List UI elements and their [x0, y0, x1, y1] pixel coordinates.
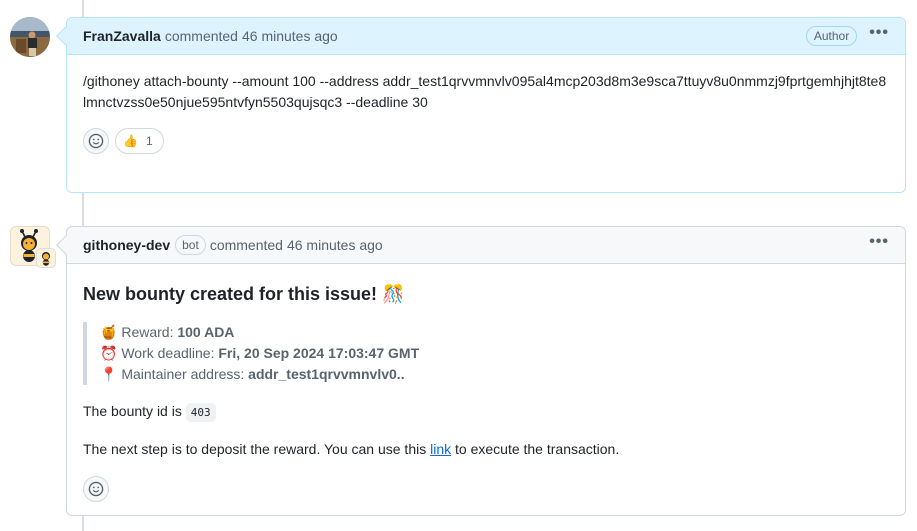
comment-header: githoney-dev bot commented 46 minutes ag… [56, 227, 905, 264]
bounty-title: New bounty created for this issue! 🎊 [83, 284, 405, 304]
avatar-photo-icon [10, 17, 50, 57]
comment-franzavalla: FranZavalla commented 46 minutes ago Aut… [56, 17, 906, 193]
deadline-value: Fri, 20 Sep 2024 17:03:47 GMT [218, 345, 420, 361]
comment-timestamp[interactable]: 46 minutes ago [242, 28, 338, 44]
detail-deadline: ⏰ Work deadline: Fri, 20 Sep 2024 17:03:… [100, 345, 420, 361]
comment-caret [56, 235, 76, 255]
honey-pot-icon: 🍯 [100, 324, 118, 340]
reaction-thumbs-up[interactable]: 👍 1 [115, 128, 164, 154]
small-bee-icon [42, 252, 50, 266]
comment-githoney-dev: githoney-dev bot commented 46 minutes ag… [56, 226, 906, 516]
bounty-id-code: 403 [185, 403, 216, 422]
comment-caret [56, 26, 76, 46]
bot-badge: bot [175, 235, 206, 255]
add-reaction-button[interactable] [83, 128, 109, 154]
address-value: addr_test1qrvvmnvlv0.. [248, 366, 405, 382]
smiley-icon [88, 481, 104, 497]
alarm-clock-icon: ⏰ [100, 345, 118, 361]
reactions-bar [83, 476, 889, 502]
comment-timestamp[interactable]: 46 minutes ago [287, 237, 383, 253]
detail-reward: 🍯 Reward: 100 ADA [100, 324, 235, 340]
comment-action: commented [209, 237, 283, 253]
comment-body-text: /githoney attach-bounty --amount 100 --a… [83, 73, 887, 110]
bot-sub-avatar [36, 248, 56, 268]
next-step-line: The next step is to deposit the reward. … [83, 441, 620, 457]
pin-icon: 📍 [100, 366, 118, 382]
bounty-details: 🍯 Reward: 100 ADA ⏰ Work deadline: Fri, … [83, 322, 889, 385]
author-badge: Author [805, 26, 858, 46]
add-reaction-button[interactable] [83, 476, 109, 502]
bounty-id-line: The bounty id is 403 [83, 401, 889, 423]
kebab-horizontal-icon[interactable]: ••• [869, 25, 889, 44]
kebab-horizontal-icon[interactable]: ••• [869, 234, 889, 253]
reaction-count: 1 [145, 133, 153, 148]
detail-address: 📍 Maintainer address: addr_test1qrvvmnvl… [100, 366, 405, 382]
thumbs-up-icon: 👍 [123, 133, 138, 148]
comment-header: FranZavalla commented 46 minutes ago Aut… [56, 18, 905, 55]
comment-author-link[interactable]: FranZavalla [83, 28, 161, 44]
comment-action: commented [164, 28, 238, 44]
user-avatar-franzavalla[interactable] [10, 17, 50, 57]
transaction-link[interactable]: link [430, 441, 451, 457]
smiley-icon [88, 133, 104, 149]
reward-value: 100 ADA [177, 324, 235, 340]
reactions-bar: 👍 1 [83, 128, 889, 154]
comment-author-link[interactable]: githoney-dev [83, 237, 170, 253]
